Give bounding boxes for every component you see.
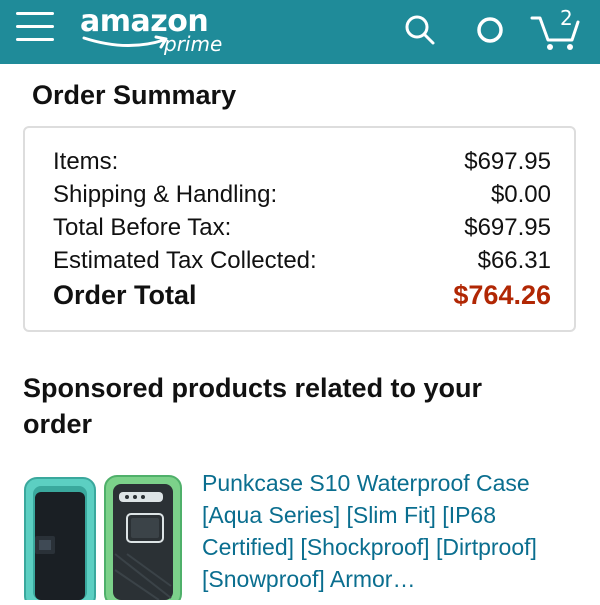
product-title-link[interactable]: Punkcase S10 Waterproof Case [Aqua Serie…	[202, 467, 582, 595]
summary-value: $697.95	[464, 214, 551, 241]
menu-icon[interactable]	[16, 12, 54, 44]
summary-label: Total Before Tax:	[53, 214, 232, 241]
summary-row-shipping: Shipping & Handling: $0.00	[53, 181, 551, 213]
summary-label: Estimated Tax Collected:	[53, 247, 317, 274]
summary-row-order-total: Order Total $764.26	[53, 280, 551, 312]
summary-label: Shipping & Handling:	[53, 181, 278, 208]
summary-row-tax: Estimated Tax Collected: $66.31	[53, 247, 551, 279]
summary-value: $0.00	[490, 181, 551, 208]
alexa-icon[interactable]	[470, 10, 510, 50]
cart-count-badge: 2	[560, 6, 573, 30]
amazon-prime-logo[interactable]: amazon prime	[80, 4, 230, 60]
top-nav-bar: amazon prime 2	[0, 0, 600, 64]
summary-row-items: Items: $697.95	[53, 148, 551, 180]
order-total-label: Order Total	[53, 280, 197, 310]
sponsored-section-title: Sponsored products related to your order	[23, 373, 483, 439]
summary-value: $697.95	[464, 148, 551, 175]
summary-label: Items:	[53, 148, 119, 175]
order-total-value: $764.26	[453, 280, 551, 310]
logo-prime: prime	[164, 32, 223, 56]
order-summary-title: Order Summary	[32, 80, 237, 110]
order-summary-box: Items: $697.95 Shipping & Handling: $0.0…	[23, 126, 576, 332]
search-icon[interactable]	[400, 10, 440, 50]
smile-arrow-icon	[82, 35, 168, 49]
summary-row-before-tax: Total Before Tax: $697.95	[53, 214, 551, 246]
cart-icon[interactable]: 2	[528, 6, 584, 54]
summary-value: $66.31	[477, 247, 551, 274]
product-image[interactable]	[23, 474, 183, 605]
